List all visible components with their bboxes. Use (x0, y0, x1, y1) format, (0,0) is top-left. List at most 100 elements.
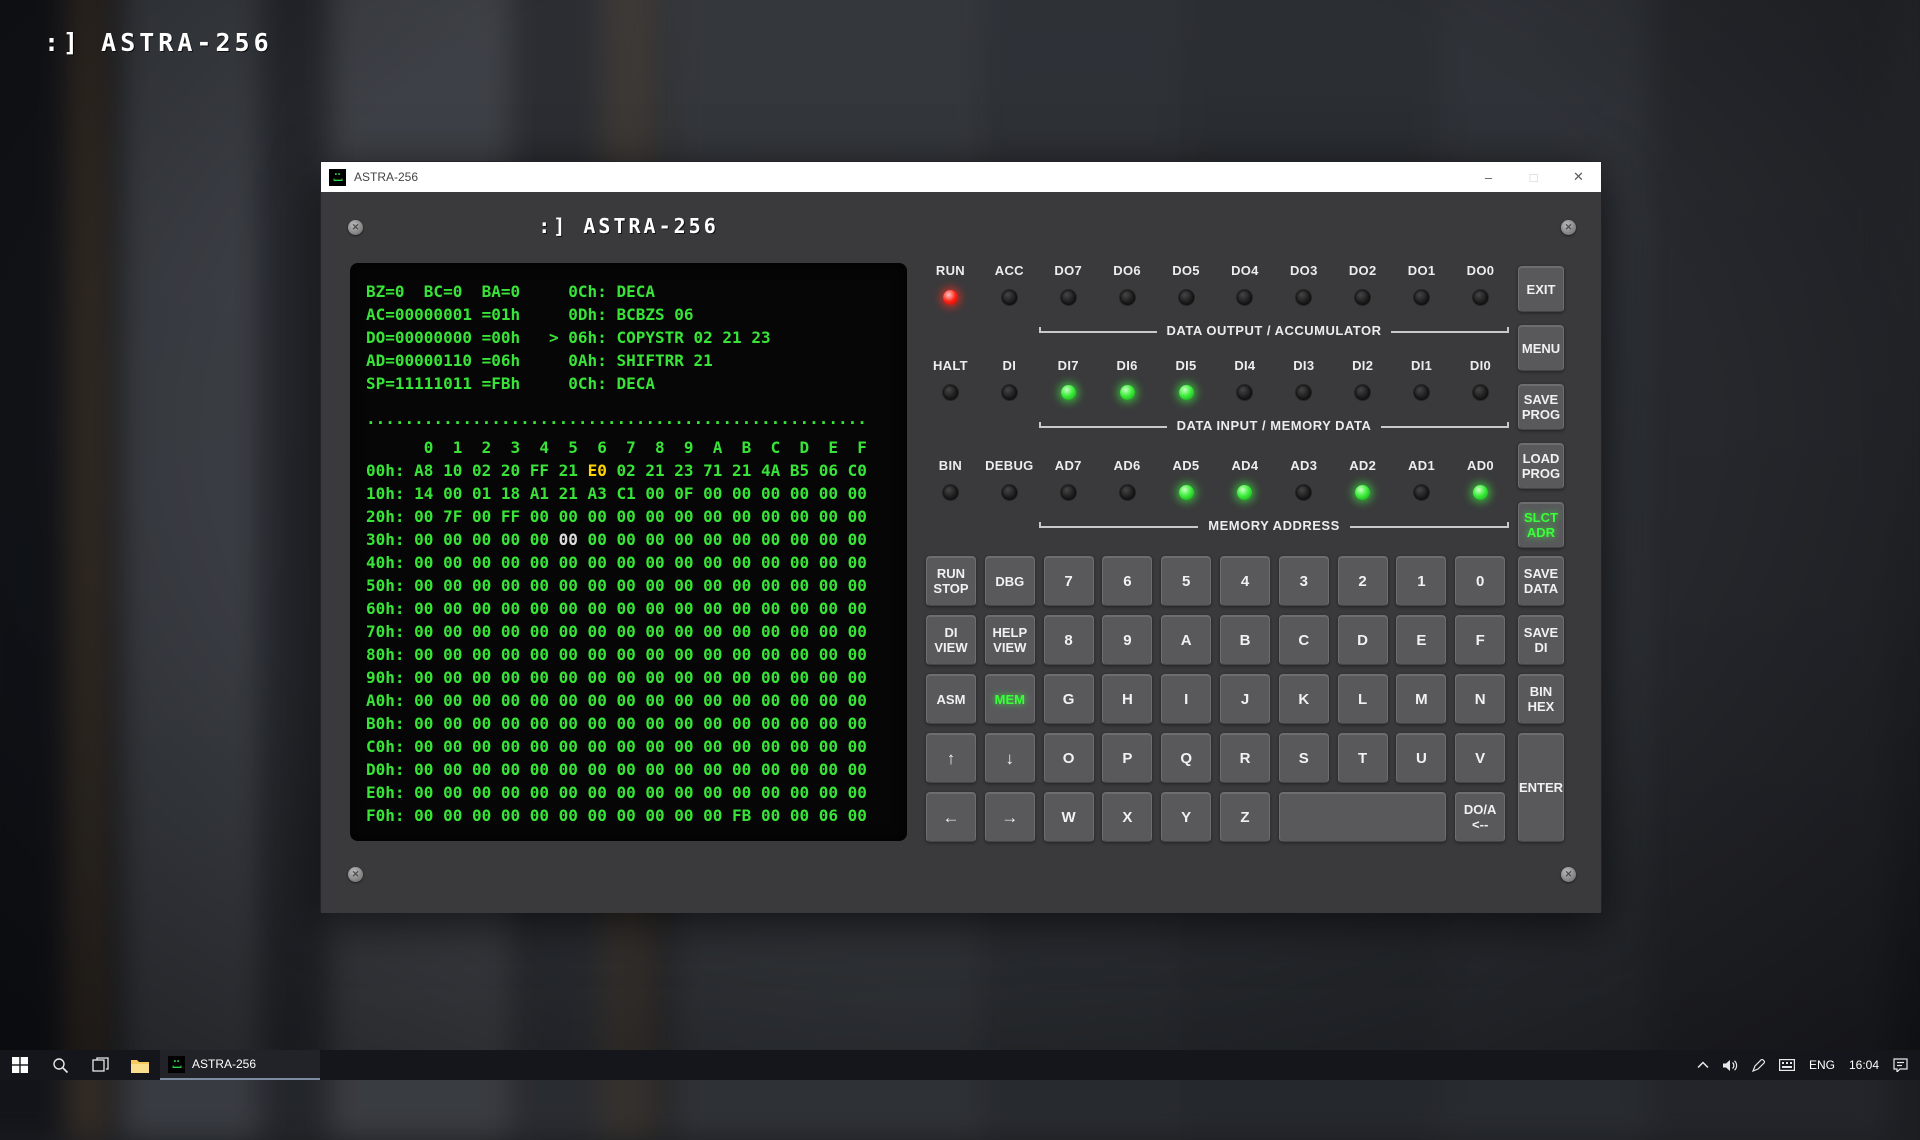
key-6[interactable]: 6 (1102, 556, 1152, 606)
key-q[interactable]: Q (1161, 733, 1211, 783)
language-indicator[interactable]: ENG (1809, 1058, 1835, 1072)
key-save-prog[interactable]: SAVE PROG (1518, 384, 1564, 430)
key-m[interactable]: M (1396, 674, 1446, 724)
key-d[interactable]: D (1338, 615, 1388, 665)
key-asm[interactable]: ASM (926, 674, 976, 724)
key-r[interactable]: R (1220, 733, 1270, 783)
key-w[interactable]: W (1044, 792, 1094, 842)
led-di3 (1296, 385, 1311, 400)
key-[interactable]: ↑ (926, 733, 976, 783)
close-button[interactable]: ✕ (1556, 162, 1601, 192)
key-help-view[interactable]: HELP VIEW (985, 615, 1035, 665)
app-icon: :] (329, 169, 346, 186)
taskbar-app-astra256[interactable]: :] ASTRA-256 (160, 1050, 320, 1080)
key-[interactable]: → (985, 792, 1035, 842)
led-bin (943, 485, 958, 500)
doa-key[interactable]: DO/A <-- (1455, 792, 1505, 842)
led-do2 (1355, 290, 1370, 305)
key-slct-adr[interactable]: SLCT ADR (1518, 502, 1564, 548)
key-7[interactable]: 7 (1044, 556, 1094, 606)
key-u[interactable]: U (1396, 733, 1446, 783)
hidden-icons-chevron-icon[interactable] (1697, 1061, 1709, 1069)
key-s[interactable]: S (1279, 733, 1329, 783)
led-group-0: RUNACCDO7DO6DO5DO4DO3DO2DO1DO0DATA OUTPU… (921, 263, 1510, 333)
key-b[interactable]: B (1220, 615, 1270, 665)
led-label-ad6: AD6 (1098, 458, 1157, 473)
key-save-di[interactable]: SAVE DI (1518, 615, 1564, 665)
minimize-button[interactable]: – (1466, 162, 1511, 192)
led-do0 (1473, 290, 1488, 305)
key-run-stop[interactable]: RUN STOP (926, 556, 976, 606)
key-1[interactable]: 1 (1396, 556, 1446, 606)
screw-icon: ✕ (1561, 220, 1576, 235)
led-label-halt: HALT (921, 358, 980, 373)
key-menu[interactable]: MENU (1518, 325, 1564, 371)
key-o[interactable]: O (1044, 733, 1094, 783)
touch-keyboard-icon[interactable] (1779, 1059, 1795, 1071)
key-v[interactable]: V (1455, 733, 1505, 783)
key-save-data[interactable]: SAVE DATA (1518, 556, 1564, 606)
key-[interactable]: ← (926, 792, 976, 842)
key-t[interactable]: T (1338, 733, 1388, 783)
key-5[interactable]: 5 (1161, 556, 1211, 606)
maximize-button[interactable]: □ (1511, 162, 1556, 192)
led-ad1 (1414, 485, 1429, 500)
key-f[interactable]: F (1455, 615, 1505, 665)
key-i[interactable]: I (1161, 674, 1211, 724)
pen-icon[interactable] (1752, 1059, 1765, 1072)
key-dbg[interactable]: DBG (985, 556, 1035, 606)
key-y[interactable]: Y (1161, 792, 1211, 842)
key-n[interactable]: N (1455, 674, 1505, 724)
led-do4 (1237, 290, 1252, 305)
key-mem[interactable]: MEM (985, 674, 1035, 724)
led-di5 (1179, 385, 1194, 400)
key-bin-hex[interactable]: BIN HEX (1518, 674, 1564, 724)
key-[interactable]: ↓ (985, 733, 1035, 783)
file-explorer-icon[interactable] (120, 1050, 160, 1080)
key-l[interactable]: L (1338, 674, 1388, 724)
key-enter[interactable]: ENTER (1518, 733, 1564, 842)
led-label-ad1: AD1 (1392, 458, 1451, 473)
led-do3 (1296, 290, 1311, 305)
key-load-prog[interactable]: LOAD PROG (1518, 443, 1564, 489)
key-k[interactable]: K (1279, 674, 1329, 724)
key-9[interactable]: 9 (1102, 615, 1152, 665)
led-label-do0: DO0 (1451, 263, 1510, 278)
led-ad7 (1061, 485, 1076, 500)
led-debug (1002, 485, 1017, 500)
search-icon[interactable] (40, 1050, 80, 1080)
key-p[interactable]: P (1102, 733, 1152, 783)
key-8[interactable]: 8 (1044, 615, 1094, 665)
key-j[interactable]: J (1220, 674, 1270, 724)
volume-icon[interactable] (1723, 1059, 1738, 1072)
key-z[interactable]: Z (1220, 792, 1270, 842)
key-a[interactable]: A (1161, 615, 1211, 665)
led-label-di5: DI5 (1157, 358, 1216, 373)
key-0[interactable]: 0 (1455, 556, 1505, 606)
led-do5 (1179, 290, 1194, 305)
key-g[interactable]: G (1044, 674, 1094, 724)
key-2[interactable]: 2 (1338, 556, 1388, 606)
desktop: :] ASTRA-256 :] ASTRA-256 – □ ✕ :] A ST R A… (0, 0, 1920, 1080)
key-4[interactable]: 4 (1220, 556, 1270, 606)
led-label-ad2: AD2 (1333, 458, 1392, 473)
led-label-do1: DO1 (1392, 263, 1451, 278)
key-e[interactable]: E (1396, 615, 1446, 665)
blank-key[interactable] (1279, 792, 1447, 842)
key-di-view[interactable]: DI VIEW (926, 615, 976, 665)
action-center-icon[interactable] (1893, 1058, 1908, 1072)
key-c[interactable]: C (1279, 615, 1329, 665)
window-titlebar[interactable]: :] ASTRA-256 – □ ✕ (321, 162, 1601, 192)
key-h[interactable]: H (1102, 674, 1152, 724)
led-label-ad0: AD0 (1451, 458, 1510, 473)
led-di6 (1120, 385, 1135, 400)
window-client-area: :] ASTRA-256 ✕ ✕ ✕ ✕ BZ=0 BC=0 BA=0 0Ch:… (321, 192, 1601, 913)
key-x[interactable]: X (1102, 792, 1152, 842)
start-button[interactable] (0, 1050, 40, 1080)
led-label-di1: DI1 (1392, 358, 1451, 373)
task-view-icon[interactable] (80, 1050, 120, 1080)
led-group-caption: DATA OUTPUT / ACCUMULATOR (1039, 318, 1509, 333)
key-exit[interactable]: EXIT (1518, 266, 1564, 312)
key-3[interactable]: 3 (1279, 556, 1329, 606)
clock[interactable]: 16:04 (1849, 1058, 1879, 1072)
